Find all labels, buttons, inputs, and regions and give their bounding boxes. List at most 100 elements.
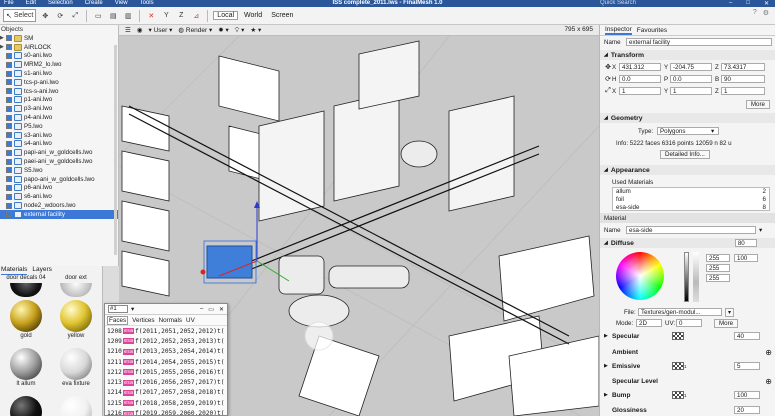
expand-arrow-icon[interactable]: ▶ <box>604 363 612 369</box>
object-tree-item[interactable]: s0-ani.lwo <box>0 52 118 61</box>
object-tree-item[interactable]: external facility <box>0 209 118 219</box>
face-row[interactable]: 1208 esa f(2011,2051,2052,2012) t( <box>105 326 227 336</box>
chevron-down-icon[interactable]: ▾ <box>759 226 762 234</box>
object-tree-scrollbar[interactable] <box>114 45 117 255</box>
texture-file-field[interactable]: Textures/gen-modul... <box>638 308 722 316</box>
face-row[interactable]: 1210 esa f(2013,2053,2054,2014) t( <box>105 347 227 357</box>
visibility-checkbox[interactable] <box>6 184 12 191</box>
geometry-section-header[interactable]: ◢ Geometry <box>600 113 775 123</box>
red-field[interactable]: 255 <box>706 254 730 262</box>
chevron-down-icon[interactable]: ▾ <box>711 127 714 135</box>
scale-z-field[interactable]: 1 <box>721 87 765 95</box>
material-name-field[interactable]: esa-side <box>626 226 756 234</box>
geometry-selector[interactable]: #1 <box>108 305 128 313</box>
object-tree-item[interactable]: node2_wdoors.lwo <box>0 201 118 210</box>
bulb-icon[interactable]: 💡︎ ▾ <box>235 26 245 35</box>
tab-layers[interactable]: Layers <box>32 266 52 275</box>
material-item[interactable]: gold <box>2 298 50 339</box>
rot-h-field[interactable]: 0.0 <box>619 75 661 83</box>
rotate-icon[interactable]: ⟳ <box>54 9 66 22</box>
object-tree-item[interactable]: p4-ani.lwo <box>0 113 118 122</box>
texture-slot-icon[interactable] <box>672 332 684 340</box>
minimize-icon[interactable]: – <box>729 0 732 7</box>
transform-section-header[interactable]: ◢ Transform <box>600 50 775 60</box>
material-item[interactable] <box>2 394 50 416</box>
material-property-value[interactable]: 100 <box>734 391 760 399</box>
visibility-checkbox[interactable] <box>6 35 12 42</box>
axis-xy-lock-icon[interactable]: ⊿ <box>190 9 202 22</box>
face-row[interactable]: 1213 esa f(2016,2056,2057,2017) t( <box>105 377 227 387</box>
axis-z-lock-icon[interactable]: Z <box>175 9 187 22</box>
detailed-info-button[interactable]: Detailed Info... <box>660 149 710 159</box>
object-tree-item[interactable]: p6-ani.lwo <box>0 184 118 193</box>
object-tree-item[interactable]: papo-ani_w_goldcells.lwo <box>0 175 118 184</box>
material-property-value[interactable]: 20 <box>734 406 760 414</box>
material-item[interactable]: yellow <box>52 298 100 339</box>
rot-b-field[interactable]: 90 <box>721 75 765 83</box>
material-item[interactable]: lt allum <box>2 346 50 387</box>
face-row[interactable]: 1215 esa f(2018,2058,2059,2019) t( <box>105 398 227 408</box>
object-tree-item[interactable]: p3-ani.lwo <box>0 104 118 113</box>
visibility-checkbox[interactable] <box>6 44 12 51</box>
menu-create[interactable]: Create <box>85 0 103 6</box>
move-icon[interactable]: ✥ <box>39 9 51 22</box>
object-tree-item[interactable]: S5.lwo <box>0 166 118 175</box>
axis-x-lock-icon[interactable]: ✕ <box>145 9 157 22</box>
close-icon[interactable]: ✕ <box>764 0 769 7</box>
diffuse-section-header[interactable]: ◢ Diffuse 80 <box>600 238 775 248</box>
select-tool-button[interactable]: ↖ Select <box>3 9 37 22</box>
material-property-row[interactable]: ▶ Specular 40 <box>600 331 775 341</box>
tab-inspector[interactable]: Inspector <box>605 26 632 35</box>
used-material-item[interactable]: allum 2 <box>613 188 769 196</box>
visibility-checkbox[interactable] <box>6 88 12 95</box>
save-icon[interactable]: ▥ <box>122 9 134 22</box>
close-icon[interactable]: ✕ <box>219 306 224 313</box>
scale-y-field[interactable]: 1 <box>670 87 712 95</box>
quick-search-input[interactable]: Quick Search <box>600 0 636 6</box>
scale-x-field[interactable]: 1 <box>619 87 661 95</box>
appearance-section-header[interactable]: ◢ Appearance <box>600 165 775 175</box>
maximize-icon[interactable]: □ <box>746 0 750 7</box>
help-icon[interactable]: ? <box>753 9 757 17</box>
expand-arrow-icon[interactable]: ▶ <box>0 44 5 50</box>
render-mode-select[interactable]: ◍ Render ▾ <box>178 26 212 34</box>
face-row[interactable]: 1214 esa f(2017,2057,2058,2018) t( <box>105 388 227 398</box>
face-row[interactable]: 1216 esa f(2019,2059,2060,2020) t( <box>105 408 227 415</box>
transform-more-button[interactable]: More <box>745 99 770 109</box>
menu-view[interactable]: View <box>115 0 128 6</box>
object-tree-item[interactable]: ▶ AIRLOCK <box>0 43 118 52</box>
chevron-down-icon[interactable]: ▾ <box>131 305 134 313</box>
visibility-checkbox[interactable] <box>6 132 12 139</box>
minimize-icon[interactable]: – <box>200 306 203 313</box>
menu-selection[interactable]: Selection <box>48 0 73 6</box>
color-wheel[interactable] <box>616 252 664 300</box>
used-material-item[interactable]: esa-side 8 <box>613 204 769 210</box>
object-tree-item[interactable]: tcs-p-ani.lwo <box>0 78 118 87</box>
texture-more-button[interactable]: More <box>714 318 739 328</box>
used-material-item[interactable]: foil 6 <box>613 196 769 204</box>
visibility-checkbox[interactable] <box>6 105 12 112</box>
texture-slot-icon[interactable] <box>672 362 684 370</box>
face-row[interactable]: 1211 esa f(2014,2054,2055,2015) t( <box>105 357 227 367</box>
material-property-row[interactable]: Ambient ⊕ <box>600 347 775 357</box>
expand-arrow-icon[interactable]: ▶ <box>604 392 612 398</box>
texture-slot-icon[interactable] <box>672 391 684 399</box>
texture-mode-select[interactable]: 2D <box>636 319 662 327</box>
visibility-checkbox[interactable] <box>6 79 12 86</box>
tab-favourites[interactable]: Favourites <box>637 27 667 34</box>
face-row[interactable]: 1212 esa f(2015,2055,2056,2016) t( <box>105 367 227 377</box>
axis-y-lock-icon[interactable]: Y <box>160 9 172 22</box>
open-icon[interactable]: ▤ <box>107 9 119 22</box>
new-icon[interactable]: ▭ <box>92 9 104 22</box>
browse-file-button[interactable]: ▾ <box>725 307 735 317</box>
visibility-checkbox[interactable] <box>6 123 12 130</box>
menu-file[interactable]: File <box>4 0 14 6</box>
tab-normals[interactable]: Normals <box>159 317 182 324</box>
pos-y-field[interactable]: -204.75 <box>670 63 712 71</box>
expand-arrow-icon[interactable]: ▶ <box>604 333 612 339</box>
object-tree-item[interactable]: p1-ani.lwo <box>0 96 118 105</box>
visibility-checkbox[interactable] <box>6 96 12 103</box>
light-icon[interactable]: ✹ ▾ <box>218 26 229 34</box>
tab-materials[interactable]: Materials <box>1 266 28 275</box>
expand-arrow-icon[interactable]: ▶ <box>0 35 5 41</box>
